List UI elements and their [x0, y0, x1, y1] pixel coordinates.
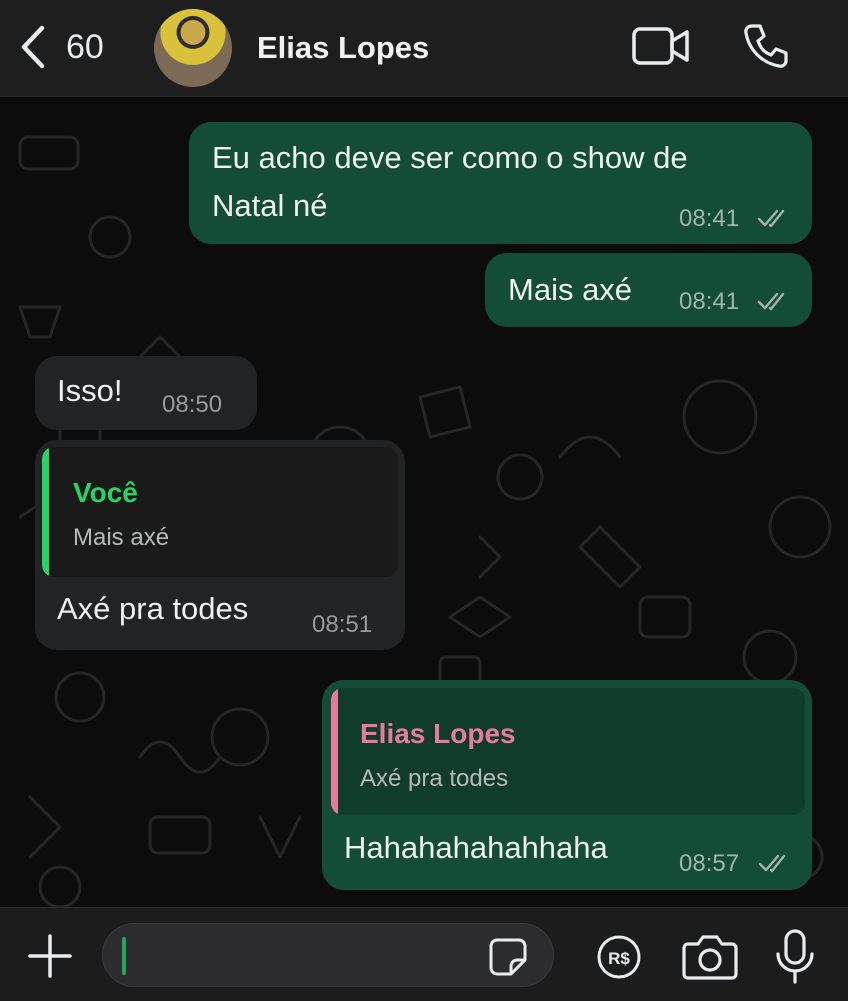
message-bubble-incoming[interactable]: Isso! 08:50: [35, 356, 257, 430]
svg-text:R$: R$: [608, 949, 630, 968]
message-time: 08:51: [312, 611, 373, 638]
phone-icon: [744, 24, 788, 68]
message-bubble-outgoing[interactable]: Elias Lopes Axé pra todes Hahahahahahhah…: [322, 680, 812, 890]
voice-call-button[interactable]: [742, 22, 790, 70]
message-time: 08:41: [679, 205, 740, 232]
contact-name[interactable]: Elias Lopes: [257, 30, 429, 66]
double-check-icon: [757, 292, 785, 311]
quoted-message[interactable]: Elias Lopes Axé pra todes: [331, 688, 805, 815]
pix-payment-icon: R$: [597, 935, 641, 979]
video-call-button[interactable]: [632, 26, 690, 66]
quote-accent-bar: [42, 447, 49, 577]
avatar[interactable]: [154, 9, 232, 87]
microphone-button[interactable]: [772, 928, 818, 986]
quote-text: Mais axé: [73, 524, 170, 551]
quote-accent-bar: [331, 688, 338, 815]
chevron-left-icon: [21, 25, 45, 69]
quote-author: Elias Lopes: [360, 718, 516, 749]
sticker-icon: [489, 938, 527, 976]
plus-icon: [28, 934, 72, 978]
message-text: Axé pra todes: [57, 591, 249, 626]
chat-header: 60 Elias Lopes: [0, 0, 848, 97]
chat-area[interactable]: Eu acho deve ser como o show de Natal né…: [0, 97, 848, 907]
message-input[interactable]: [102, 923, 554, 987]
message-bubble-outgoing[interactable]: Eu acho deve ser como o show de Natal né…: [189, 122, 812, 244]
message-bubble-outgoing[interactable]: Mais axé 08:41: [485, 253, 812, 327]
sticker-button[interactable]: [487, 936, 529, 978]
microphone-icon: [776, 929, 814, 984]
attach-button[interactable]: [26, 932, 74, 980]
unread-count[interactable]: 60: [66, 28, 104, 67]
payment-button[interactable]: R$: [596, 934, 642, 980]
message-text: Natal né: [212, 188, 328, 223]
quote-author: Você: [73, 477, 138, 508]
composer-bar: R$: [0, 907, 848, 1001]
text-caret: [122, 937, 126, 975]
message-text: Hahahahahahhaha: [344, 830, 608, 865]
message-time: 08:50: [162, 391, 223, 418]
quoted-message[interactable]: Você Mais axé: [42, 447, 398, 577]
message-time: 08:41: [679, 288, 740, 315]
message-time: 08:57: [679, 850, 740, 877]
double-check-icon: [757, 209, 785, 228]
camera-button[interactable]: [682, 932, 738, 982]
message-text: Eu acho deve ser como o show de: [212, 140, 688, 175]
quote-text: Axé pra todes: [360, 765, 509, 792]
double-check-icon: [758, 854, 786, 873]
back-button[interactable]: [16, 22, 56, 72]
message-text: Mais axé: [508, 272, 633, 307]
message-bubble-incoming[interactable]: Você Mais axé Axé pra todes 08:51: [35, 440, 405, 650]
video-camera-icon: [632, 27, 689, 65]
message-text: Isso!: [57, 373, 123, 408]
camera-icon: [682, 935, 738, 980]
